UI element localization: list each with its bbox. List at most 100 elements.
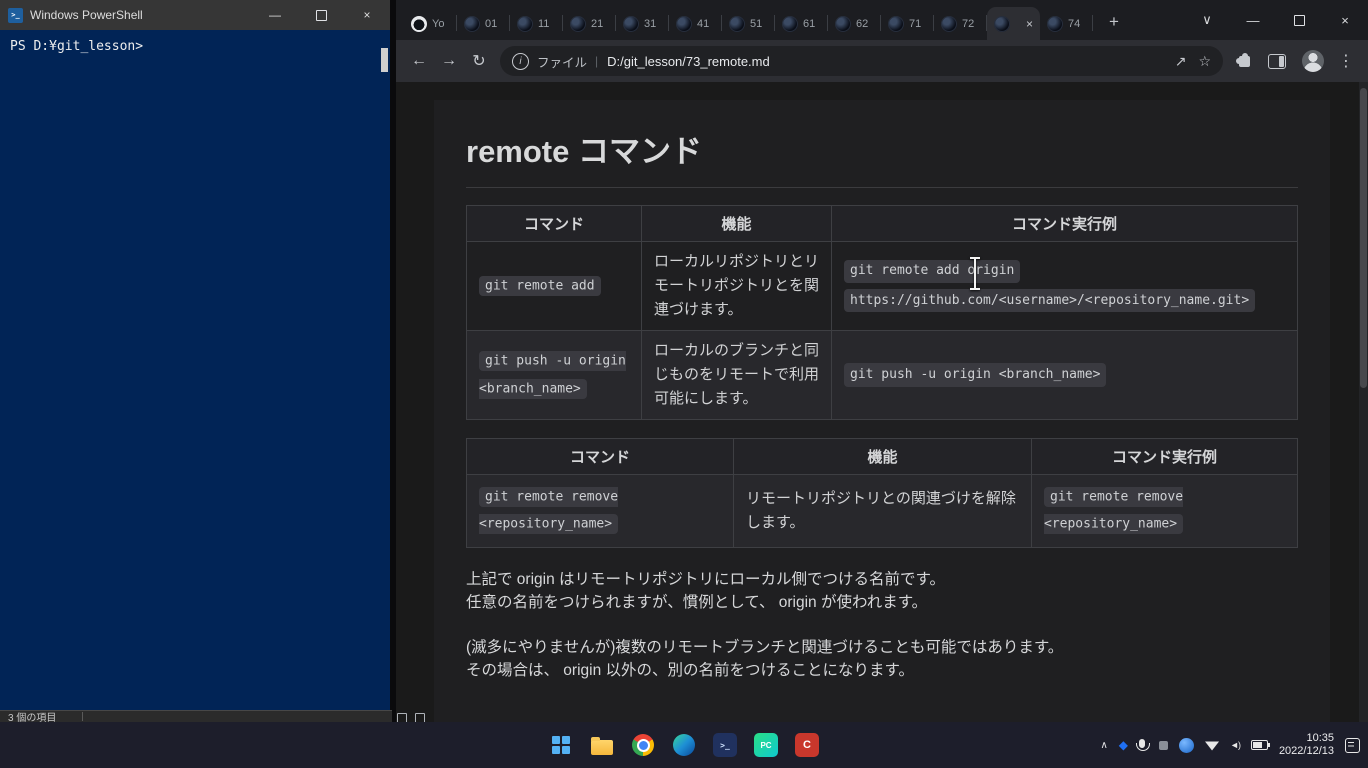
- edge-icon: [673, 734, 695, 756]
- browser-tab[interactable]: 41: [669, 7, 722, 40]
- wifi-icon[interactable]: [1205, 740, 1219, 751]
- scrollbar-thumb[interactable]: [381, 48, 388, 72]
- maximize-button[interactable]: [1276, 0, 1322, 40]
- example-cell: git remote remove <repository_name>: [1032, 475, 1298, 548]
- paragraph-line: 任意の名前をつけられますが、慣例として、 origin が使われます。: [466, 591, 1298, 614]
- profile-avatar[interactable]: [1302, 50, 1324, 72]
- tab-favicon: [888, 16, 904, 32]
- share-icon[interactable]: ↗: [1175, 53, 1187, 70]
- example-cell: git push -u origin <branch_name>: [832, 331, 1298, 420]
- date-text: 2022/12/13: [1279, 745, 1334, 758]
- powershell-window-controls: — ×: [252, 0, 390, 30]
- reload-button[interactable]: ↻: [464, 46, 494, 76]
- tab-close-icon[interactable]: ×: [1026, 18, 1033, 30]
- scrollbar-thumb[interactable]: [1360, 88, 1367, 388]
- paragraph: (滅多にやりませんが)複数のリモートブランチと関連づけることも可能ではあります。…: [466, 636, 1298, 682]
- site-info-icon[interactable]: i: [512, 53, 529, 70]
- page-scrollbar[interactable]: [1359, 82, 1368, 722]
- example-code: https://github.com/<username>/<repositor…: [844, 289, 1255, 312]
- volume-icon[interactable]: ◄): [1230, 740, 1240, 750]
- tray-blue-app-icon[interactable]: [1179, 738, 1194, 753]
- taskbar-clock[interactable]: 10:35 2022/12/13: [1279, 732, 1334, 758]
- browser-tab[interactable]: Yo: [404, 7, 457, 40]
- extensions-icon[interactable]: [1239, 56, 1250, 67]
- minimize-button[interactable]: —: [252, 0, 298, 30]
- col-header: 機能: [734, 439, 1032, 475]
- table-row: git remote remove <repository_name> リモート…: [467, 475, 1298, 548]
- command-cell: git remote remove <repository_name>: [467, 475, 734, 548]
- c-app-button[interactable]: C: [794, 732, 820, 758]
- powershell-terminal[interactable]: PS D:¥git_lesson>: [0, 30, 390, 710]
- browser-tab[interactable]: 62: [828, 7, 881, 40]
- powershell-taskbar-button[interactable]: >_: [712, 732, 738, 758]
- tab-search-chevron-icon[interactable]: ∨: [1184, 0, 1230, 40]
- powershell-scrollbar[interactable]: [381, 44, 388, 699]
- close-button[interactable]: ×: [1322, 0, 1368, 40]
- tab-label: 51: [750, 18, 762, 30]
- col-header: コマンド実行例: [832, 206, 1298, 242]
- browser-tab-active[interactable]: ×: [987, 7, 1040, 40]
- example-code: git remote add origin: [844, 260, 1020, 283]
- notification-center-icon[interactable]: [1345, 738, 1360, 753]
- file-explorer-button[interactable]: [589, 732, 615, 758]
- edge-button[interactable]: [671, 732, 697, 758]
- example-code: git remote remove <repository_name>: [1044, 487, 1183, 535]
- command-code: git remote add: [479, 276, 601, 296]
- tab-label: 74: [1068, 18, 1080, 30]
- pycharm-button[interactable]: PC: [753, 732, 779, 758]
- maximize-button[interactable]: [298, 0, 344, 30]
- paragraph-line: その場合は、 origin 以外の、別の名前をつけることになります。: [466, 659, 1298, 682]
- chrome-button[interactable]: [630, 732, 656, 758]
- text-cursor: [969, 257, 981, 290]
- hidden-icons-chevron[interactable]: ∧: [1100, 740, 1107, 751]
- browser-menu-icon[interactable]: ⋮: [1338, 51, 1354, 71]
- new-tab-button[interactable]: +: [1101, 9, 1127, 35]
- command-code: git remote remove <repository_name>: [479, 487, 618, 535]
- browser-tab[interactable]: 71: [881, 7, 934, 40]
- browser-tab[interactable]: 61: [775, 7, 828, 40]
- browser-tab[interactable]: 11: [510, 7, 563, 40]
- page-title: remote コマンド: [466, 126, 1298, 171]
- powershell-titlebar[interactable]: >_ Windows PowerShell — ×: [0, 0, 390, 30]
- browser-tab[interactable]: 51: [722, 7, 775, 40]
- system-tray: ∧ ◆ ◄) 10:35 2022/12/13: [1100, 722, 1360, 768]
- start-button[interactable]: [548, 732, 574, 758]
- close-button[interactable]: ×: [344, 0, 390, 30]
- tab-label: 01: [485, 18, 497, 30]
- browser-tab[interactable]: 72: [934, 7, 987, 40]
- browser-tab[interactable]: 31: [616, 7, 669, 40]
- side-panel-icon[interactable]: [1268, 54, 1286, 69]
- tray-app-icon[interactable]: [1159, 741, 1168, 750]
- remote-remove-table: コマンド 機能 コマンド実行例 git remote remove <repos…: [466, 438, 1298, 548]
- minimize-button[interactable]: —: [1230, 0, 1276, 40]
- url-divider: |: [595, 54, 598, 68]
- browser-tab[interactable]: 21: [563, 7, 616, 40]
- tab-label: 72: [962, 18, 974, 30]
- paragraph-line: (滅多にやりませんが)複数のリモートブランチと関連づけることも可能ではあります。: [466, 636, 1298, 659]
- microphone-icon[interactable]: [1139, 739, 1145, 748]
- back-button[interactable]: ←: [404, 46, 434, 76]
- address-bar[interactable]: i ファイル | D:/git_lesson/73_remote.md ↗ ☆: [500, 46, 1223, 76]
- forward-button[interactable]: →: [434, 46, 464, 76]
- bookmark-star-icon[interactable]: ☆: [1198, 53, 1211, 70]
- tab-label: 11: [538, 18, 549, 30]
- powershell-icon: >_: [8, 8, 23, 23]
- example-cell: git remote add origin https://github.com…: [832, 242, 1298, 331]
- table-header-row: コマンド 機能 コマンド実行例: [467, 206, 1298, 242]
- window-controls: ∨ — ×: [1184, 0, 1368, 40]
- url-text[interactable]: D:/git_lesson/73_remote.md: [607, 54, 1163, 69]
- browser-tab[interactable]: 74: [1040, 7, 1093, 40]
- taskbar-center-icons: >_ PC C: [548, 722, 820, 768]
- table-row: git push -u origin <branch_name> ローカルのブラ…: [467, 331, 1298, 420]
- folder-icon: [591, 740, 613, 755]
- dropbox-icon[interactable]: ◆: [1119, 738, 1128, 752]
- browser-tab[interactable]: 01: [457, 7, 510, 40]
- tab-strip: Yo 01 11 21 31 41: [396, 0, 1368, 40]
- paragraph: 上記で origin はリモートリポジトリにローカル側でつける名前です。 任意の…: [466, 568, 1298, 614]
- page-content: remote コマンド コマンド 機能 コマンド実行例 git remote a…: [396, 82, 1368, 722]
- battery-icon[interactable]: [1251, 740, 1268, 750]
- col-header: コマンド: [467, 439, 734, 475]
- tab-label: Yo: [432, 18, 444, 30]
- browser-window: Yo 01 11 21 31 41: [396, 0, 1368, 722]
- description-cell: ローカルリポジトリとリモートリポジトリとを関連づけます。: [642, 242, 832, 331]
